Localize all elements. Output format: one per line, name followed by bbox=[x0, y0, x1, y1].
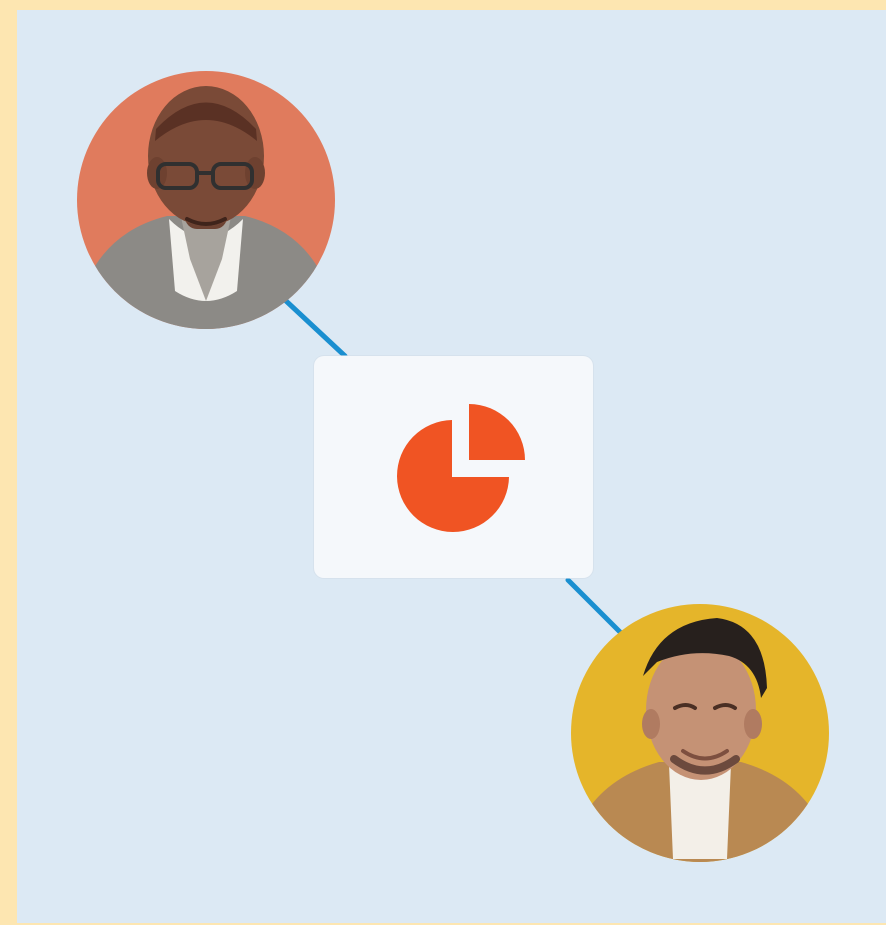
avatar-top[interactable] bbox=[77, 71, 335, 329]
center-card[interactable] bbox=[314, 356, 593, 578]
pie-chart-icon bbox=[397, 404, 525, 532]
person-avatar-icon bbox=[77, 71, 335, 329]
avatar-bottom[interactable] bbox=[571, 604, 829, 862]
person-avatar-icon bbox=[571, 604, 829, 862]
page bbox=[0, 0, 886, 925]
